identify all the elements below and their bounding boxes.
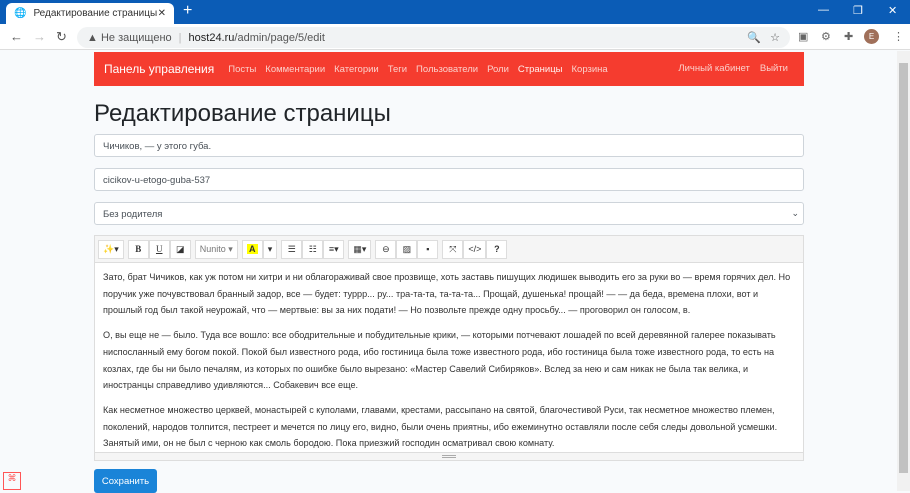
- magic-style-icon[interactable]: ✨▾: [98, 239, 124, 259]
- rich-text-editor: ✨▾ B U ◪ Nunito ▾ A ▾ ☰ ☷ ≡▾ ▦▾ ⊖ ▨ ▪ ⤧ </>? Зат…: [94, 235, 804, 461]
- navbar-brand[interactable]: Панель управления: [104, 62, 214, 76]
- parent-select[interactable]: Без родителя ⌄: [94, 202, 804, 225]
- paragraph: Зато, брат Чичиков, как уж потом ни хитр…: [103, 272, 791, 316]
- nav-users[interactable]: Пользователи: [416, 64, 478, 75]
- admin-navbar: Панель управления Посты Комментарии Кате…: [94, 52, 804, 86]
- nav-tags[interactable]: Теги: [388, 64, 407, 75]
- resize-handle[interactable]: [95, 452, 803, 460]
- browser-tab-bar: 🌐 Редактирование страницы ✕ + — ❐ ✕: [0, 0, 910, 24]
- nav-categories[interactable]: Категории: [334, 64, 379, 75]
- nav-trash[interactable]: Корзина: [572, 64, 608, 75]
- paragraph: О, вы еще не — было. Туда все вошло: все…: [103, 330, 776, 391]
- editor-content[interactable]: Зато, брат Чичиков, как уж потом ни хитр…: [95, 263, 803, 453]
- align-icon[interactable]: ≡▾: [323, 239, 345, 259]
- image-icon[interactable]: ▨: [396, 239, 418, 259]
- link-icon[interactable]: ⊖: [375, 239, 397, 259]
- security-label: Не защищено: [100, 31, 172, 44]
- help-button[interactable]: ?: [486, 239, 508, 259]
- menu-icon[interactable]: ⋮: [893, 30, 904, 43]
- nav-posts[interactable]: Посты: [228, 64, 256, 75]
- avatar[interactable]: E: [864, 29, 879, 44]
- debugbar-icon[interactable]: ⌘: [3, 472, 21, 490]
- puzzle-icon[interactable]: ✚: [844, 30, 853, 43]
- address-bar-row: ← → ↻ ▲ Не защищено | host24.ru/admin/page…: [0, 24, 910, 50]
- code-view-button[interactable]: </>: [463, 239, 487, 259]
- url-path: /admin/page/5/edit: [234, 31, 325, 44]
- url-input[interactable]: ▲ Не защищено | host24.ru/admin/page/5/edi…: [77, 27, 790, 48]
- warning-icon: ▲: [87, 31, 101, 44]
- slug-input[interactable]: cicikov-u-etogo-guba-537: [94, 168, 804, 191]
- chevron-down-icon: ⌄: [791, 208, 799, 218]
- zoom-star-icons[interactable]: 🔍 ☆: [747, 31, 780, 44]
- nav-profile[interactable]: Личный кабинет: [678, 63, 749, 74]
- forward-icon[interactable]: →: [33, 29, 46, 44]
- color-dropdown-icon[interactable]: ▾: [262, 239, 278, 259]
- editor-toolbar: ✨▾ B U ◪ Nunito ▾ A ▾ ☰ ☷ ≡▾ ▦▾ ⊖ ▨ ▪ ⤧ </>?: [95, 236, 803, 263]
- browser-tab[interactable]: 🌐 Редактирование страницы ✕: [6, 3, 174, 24]
- back-icon[interactable]: ←: [10, 29, 23, 44]
- close-window-button[interactable]: ✕: [888, 4, 897, 17]
- nav-roles[interactable]: Роли: [487, 64, 509, 75]
- globe-icon: 🌐: [14, 8, 27, 19]
- paragraph: Как несметное множество церквей, монасты…: [103, 404, 778, 449]
- gear-icon[interactable]: ⚙: [821, 30, 831, 43]
- title-input[interactable]: Чичиков, — у этого губа.: [94, 134, 804, 157]
- nav-logout[interactable]: Выйти: [760, 63, 788, 74]
- nav-pages[interactable]: Страницы: [518, 64, 563, 75]
- new-tab-button[interactable]: +: [183, 2, 192, 20]
- font-select[interactable]: Nunito ▾: [194, 239, 238, 259]
- restore-button[interactable]: ❐: [853, 4, 863, 17]
- reload-icon[interactable]: ↻: [56, 29, 67, 45]
- video-icon[interactable]: ▪: [417, 239, 439, 259]
- fullscreen-icon[interactable]: ⤧: [442, 239, 464, 259]
- font-name: Nunito: [199, 244, 226, 254]
- unordered-list-icon[interactable]: ☰: [281, 239, 303, 259]
- save-button[interactable]: Сохранить: [94, 469, 157, 493]
- parent-select-value: Без родителя: [103, 209, 163, 220]
- eraser-icon[interactable]: ◪: [169, 239, 191, 259]
- page-title: Редактирование страницы: [94, 100, 391, 127]
- table-icon[interactable]: ▦▾: [348, 239, 372, 259]
- close-tab-icon[interactable]: ✕: [158, 8, 166, 19]
- text-color-icon[interactable]: A: [241, 239, 263, 259]
- url-host: host24.ru: [188, 31, 235, 44]
- underline-button[interactable]: U: [148, 239, 170, 259]
- bold-button[interactable]: B: [127, 239, 149, 259]
- tab-title: Редактирование страницы: [33, 8, 158, 19]
- scrollbar[interactable]: [897, 51, 910, 491]
- extension-icon[interactable]: ▣: [798, 30, 808, 43]
- minimize-button[interactable]: —: [818, 4, 829, 16]
- nav-comments[interactable]: Комментарии: [265, 64, 325, 75]
- ordered-list-icon[interactable]: ☷: [302, 239, 324, 259]
